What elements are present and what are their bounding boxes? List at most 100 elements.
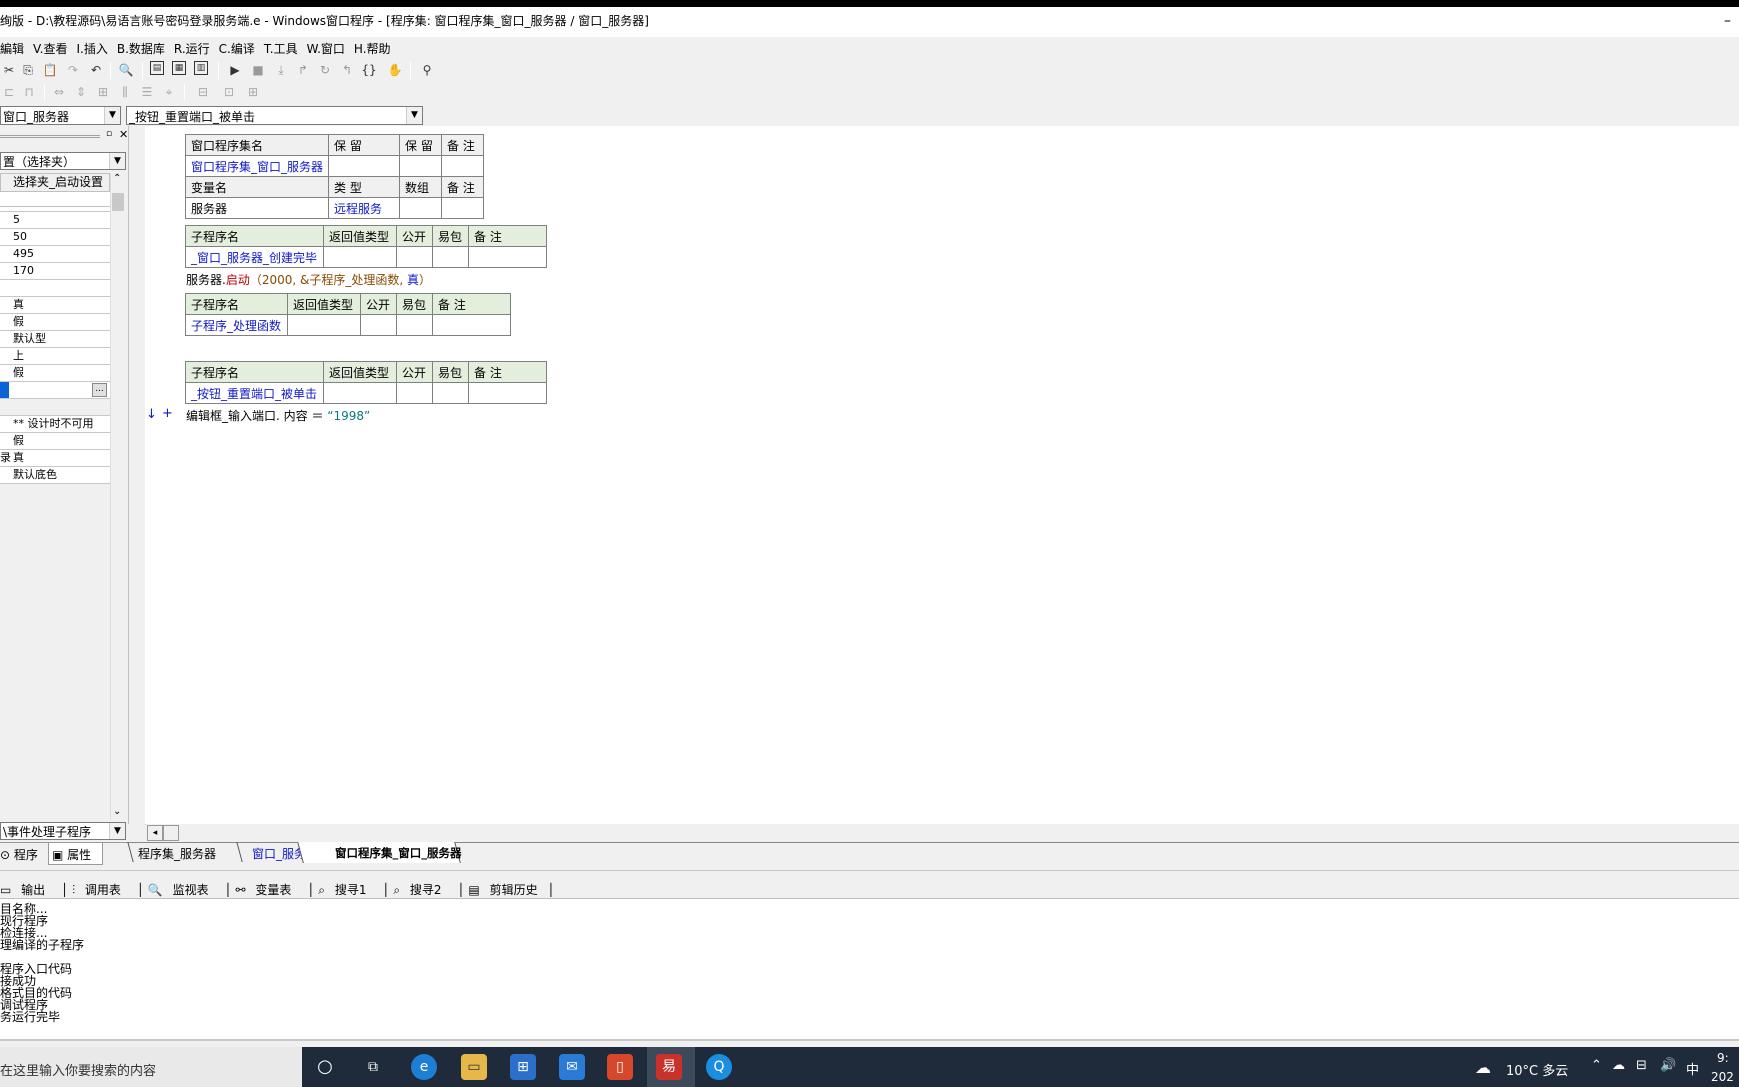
- binoculars-icon[interactable]: ⚲: [418, 61, 436, 79]
- code-line[interactable]: 编辑框_输入端口. 内容 ＝ “1998”: [186, 407, 370, 424]
- ime-indicator[interactable]: 中: [1686, 1059, 1699, 1078]
- menu-view[interactable]: V.查看: [33, 37, 76, 57]
- tab-assembly-server[interactable]: 程序集_服务器: [138, 845, 216, 862]
- menu-compile[interactable]: C.编译: [219, 37, 264, 57]
- align-left-icon[interactable]: ⊏: [0, 83, 18, 101]
- menu-insert[interactable]: I.插入: [77, 37, 117, 57]
- variable-name[interactable]: 服务器: [184, 197, 330, 219]
- volume-icon[interactable]: 🔊: [1660, 1058, 1676, 1073]
- align-top-icon[interactable]: ⊓: [20, 83, 38, 101]
- hand-icon[interactable]: ✋: [386, 61, 404, 79]
- code-editor[interactable]: 窗口程序集名 保 留 保 留 备 注 窗口程序集_窗口_服务器 变量名 类 型 …: [145, 126, 1739, 825]
- property-value[interactable]: 默认型: [0, 331, 110, 348]
- chevron-down-icon[interactable]: ⌄: [113, 806, 121, 817]
- find-icon[interactable]: 🔍: [117, 61, 135, 79]
- sub-name[interactable]: _窗口_服务器_创建完毕: [185, 246, 324, 268]
- space-v-icon[interactable]: ☰: [138, 83, 156, 101]
- property-scrollbar[interactable]: ⌃ ⌄: [110, 173, 125, 820]
- property-value[interactable]: 假: [0, 314, 110, 331]
- code-line[interactable]: 服务器.启动（2000, &子程序_处理函数, 真）: [186, 271, 431, 288]
- object-combo[interactable]: 窗口_服务器 ▼: [0, 106, 121, 125]
- paste-icon[interactable]: 📋: [41, 61, 59, 79]
- center-h-icon[interactable]: ⊟: [194, 83, 212, 101]
- property-value[interactable]: 上: [0, 348, 110, 365]
- menu-edit[interactable]: 編辑: [0, 37, 33, 57]
- property-value[interactable]: 录 真: [0, 450, 110, 467]
- center-icon[interactable]: ⌖: [160, 83, 178, 101]
- browser-icon[interactable]: Q: [706, 1054, 732, 1080]
- clock-time[interactable]: 9:: [1717, 1051, 1729, 1065]
- same-width-icon[interactable]: ⇔: [50, 83, 68, 101]
- chevron-left-icon[interactable]: ◂: [147, 825, 163, 841]
- menu-window[interactable]: W.窗口: [307, 37, 354, 57]
- clock-date[interactable]: 202: [1711, 1070, 1734, 1084]
- sub-name[interactable]: 子程序_处理函数: [185, 314, 288, 336]
- space-h-icon[interactable]: ⫼: [116, 83, 134, 101]
- event-handler-combo[interactable]: \事件处理子程序 ▼: [0, 822, 126, 840]
- property-value[interactable]: 495: [0, 246, 110, 263]
- tab-search2[interactable]: │ ⌕ 搜寻2: [382, 871, 453, 898]
- network-icon[interactable]: ⊟: [1636, 1058, 1647, 1073]
- chevron-down-icon[interactable]: ▼: [109, 823, 125, 839]
- scroll-thumb[interactable]: [163, 825, 179, 841]
- property-value[interactable]: ** 设计时不可用: [0, 416, 110, 433]
- chevron-down-icon[interactable]: ▼: [109, 153, 125, 169]
- output-panel[interactable]: 目名称... 现行程序 检连接... 理编译的子程序 程序入口代码 接成功 格式…: [0, 898, 1739, 1041]
- layout1-icon[interactable]: ▤: [150, 61, 164, 75]
- file-explorer-icon[interactable]: ▭: [461, 1054, 487, 1080]
- chevron-up-icon[interactable]: ⌃: [113, 173, 121, 184]
- property-value-selected[interactable]: ...: [0, 382, 110, 399]
- store-icon[interactable]: ⊞: [510, 1054, 536, 1080]
- ellipsis-button[interactable]: ...: [92, 383, 107, 397]
- mail-icon[interactable]: ✉: [559, 1054, 585, 1080]
- tab-search1[interactable]: │ ⌕ 搜寻1: [307, 871, 378, 898]
- tab-watch[interactable]: │ 🔍 监视表: [137, 871, 221, 898]
- run-icon[interactable]: ▶: [226, 61, 244, 79]
- chevron-down-icon[interactable]: ▼: [104, 107, 120, 124]
- same-height-icon[interactable]: ⇕: [72, 83, 90, 101]
- step-into-icon[interactable]: ↱: [294, 61, 312, 79]
- undo-icon[interactable]: ↶: [87, 61, 105, 79]
- close-icon[interactable]: ✕: [119, 128, 128, 141]
- horizontal-scrollbar[interactable]: ◂: [146, 824, 1739, 842]
- assembly-name[interactable]: 窗口程序集_窗口_服务器: [184, 155, 330, 177]
- task-view-icon[interactable]: ⧉: [360, 1054, 386, 1080]
- property-value[interactable]: [0, 399, 110, 416]
- variable-type[interactable]: 远程服务: [328, 197, 401, 219]
- chevron-up-icon[interactable]: ⌃: [1591, 1058, 1602, 1073]
- layout3-icon[interactable]: ▥: [194, 61, 208, 75]
- minimize-button[interactable]: –: [1724, 10, 1731, 32]
- tab-window-assembly-active[interactable]: 窗口程序集_窗口_服务器: [335, 845, 462, 861]
- tab-properties[interactable]: ▣ 属性: [48, 843, 103, 865]
- step-icon[interactable]: ⤓: [272, 61, 290, 79]
- cut-icon[interactable]: ✂: [0, 61, 18, 79]
- redo-icon[interactable]: ↷: [64, 61, 82, 79]
- copy-icon[interactable]: ⎘: [19, 61, 37, 79]
- menu-database[interactable]: B.数据库: [117, 37, 174, 57]
- edge-icon[interactable]: e: [411, 1054, 437, 1080]
- property-value[interactable]: 真: [0, 297, 110, 314]
- property-value[interactable]: 假: [0, 433, 110, 450]
- property-value[interactable]: 170: [0, 263, 110, 280]
- menu-tools[interactable]: T.工具: [264, 37, 307, 57]
- property-value[interactable]: 默认底色: [0, 467, 110, 484]
- layout2-icon[interactable]: ▦: [172, 61, 186, 75]
- same-size-icon[interactable]: ⊞: [94, 83, 112, 101]
- center-v-icon[interactable]: ⊡: [220, 83, 238, 101]
- grid-icon[interactable]: ⊞: [244, 83, 262, 101]
- tab-variables[interactable]: │ ⚯ 变量表: [224, 871, 303, 898]
- sub-name[interactable]: _按钮_重置端口_被单击: [185, 382, 324, 404]
- breakpoint-icon[interactable]: {}: [360, 61, 378, 79]
- tab-program[interactable]: ⊙ 程序: [0, 846, 38, 863]
- expand-plus-icon[interactable]: +: [162, 406, 173, 421]
- e-language-icon[interactable]: 易: [656, 1054, 682, 1080]
- menu-run[interactable]: R.运行: [174, 37, 219, 57]
- property-value[interactable]: 5: [0, 212, 110, 229]
- tab-call-stack[interactable]: │ ⫶ 调用表: [61, 871, 133, 898]
- execution-arrow-icon[interactable]: ↓: [146, 407, 157, 422]
- chevron-down-icon[interactable]: ▼: [406, 107, 422, 124]
- onedrive-icon[interactable]: ☁: [1612, 1058, 1625, 1073]
- cortana-icon[interactable]: ○: [312, 1054, 338, 1080]
- event-combo[interactable]: _按钮_重置端口_被单击 ▼: [126, 106, 423, 125]
- scroll-thumb[interactable]: [112, 193, 124, 211]
